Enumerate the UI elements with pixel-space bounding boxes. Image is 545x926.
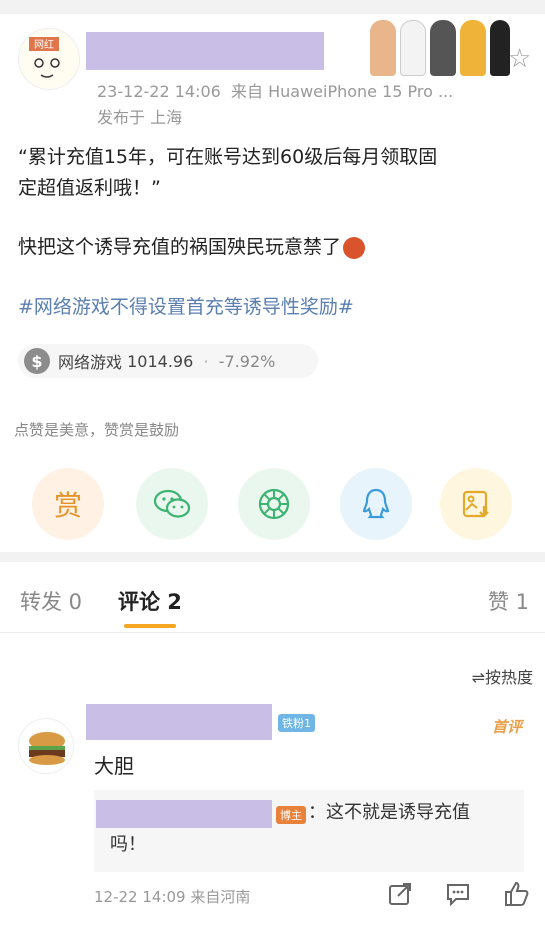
sort-label: 按热度 bbox=[484, 668, 533, 687]
share-qq-button[interactable] bbox=[340, 468, 412, 540]
tab-comment[interactable]: 评论 2 bbox=[118, 586, 182, 616]
commenter-name-redacted[interactable] bbox=[86, 704, 272, 740]
reply-box[interactable]: 博主 ：这不就是诱导充值 吗！ bbox=[94, 790, 524, 872]
active-tab-indicator bbox=[124, 624, 176, 628]
reward-hint: 点赞是美意，赞赏是鼓励 bbox=[14, 421, 180, 439]
comment-meta: 12-22 14:09 来自河南 bbox=[94, 888, 251, 906]
qq-icon bbox=[362, 488, 390, 519]
tab-repost[interactable]: 转发 0 bbox=[20, 586, 82, 616]
stock-change: -7.92% bbox=[218, 351, 276, 371]
post-card: 网红 ☆ 23-12-22 14:06 来自 HuaweiPhone 15 Pr… bbox=[0, 14, 545, 552]
stock-value: 1014.96 bbox=[127, 351, 194, 371]
comment-card: 转发 0 评论 2 赞 1 ⇌按热度 铁粉1 首评 大胆 博主 ：这不就是诱导充… bbox=[0, 562, 545, 926]
share-icon[interactable] bbox=[386, 880, 414, 908]
share-moments-button[interactable] bbox=[238, 468, 310, 540]
tab-like[interactable]: 赞 1 bbox=[488, 586, 529, 616]
fan-badge: 铁粉1 bbox=[278, 714, 315, 732]
share-wechat-button[interactable] bbox=[136, 468, 208, 540]
commenter-avatar[interactable] bbox=[18, 718, 74, 774]
first-comment-label: 首评 bbox=[492, 718, 523, 736]
author-name-redacted[interactable] bbox=[86, 32, 324, 70]
like-icon[interactable] bbox=[502, 880, 530, 908]
tab-divider bbox=[0, 632, 545, 633]
post-body-line1: “累计充值15年，可在账号达到60级后每月领取固 bbox=[18, 146, 438, 168]
image-download-icon bbox=[462, 490, 489, 518]
moments-icon bbox=[258, 488, 290, 520]
decoration-paws bbox=[370, 20, 510, 76]
angry-emoji-icon bbox=[343, 236, 366, 259]
comment-text: 大胆 bbox=[94, 754, 134, 778]
reply-text-line1: ：这不就是诱导充值 bbox=[308, 802, 470, 823]
author-avatar[interactable]: 网红 bbox=[18, 28, 80, 90]
reply-author-redacted[interactable] bbox=[96, 800, 272, 828]
post-body-line2: 定超值返利哦！” bbox=[18, 177, 161, 199]
author-badge: 博主 bbox=[276, 806, 306, 824]
reward-button[interactable]: 赏 bbox=[32, 468, 104, 540]
reply-icon[interactable] bbox=[444, 880, 472, 908]
post-location: 发布于 上海 bbox=[97, 108, 183, 127]
stock-sep: · bbox=[203, 351, 209, 371]
wechat-icon bbox=[153, 489, 191, 518]
sort-icon: ⇌ bbox=[471, 668, 485, 687]
stock-chip[interactable]: $ 网络游戏 1014.96 · -7.92% bbox=[18, 344, 318, 378]
reward-label: 赏 bbox=[53, 489, 82, 522]
dollar-icon: $ bbox=[24, 348, 50, 374]
save-image-button[interactable] bbox=[440, 468, 512, 540]
post-meta: 23-12-22 14:06 来自 HuaweiPhone 15 Pro ... bbox=[97, 82, 454, 101]
post-body-line3: 快把这个诱导充值的祸国殃民玩意禁了 bbox=[18, 232, 366, 263]
star-icon[interactable]: ☆ bbox=[508, 44, 531, 74]
stock-name: 网络游戏 bbox=[58, 353, 123, 372]
sort-button[interactable]: ⇌按热度 bbox=[472, 664, 533, 688]
hashtag-link[interactable]: #网络游戏不得设置首充等诱导性奖励# bbox=[18, 292, 354, 323]
avatar-badge-text: 网红 bbox=[34, 38, 54, 51]
reply-text-line2: 吗！ bbox=[110, 834, 146, 855]
